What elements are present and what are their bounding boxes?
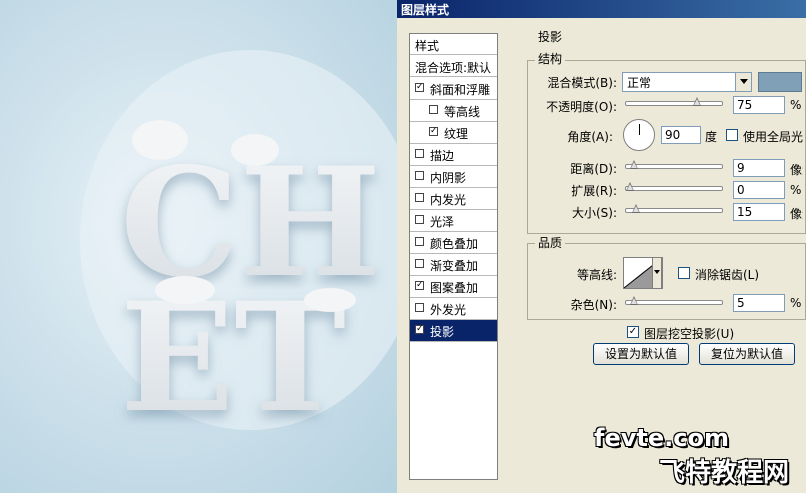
chevron-down-icon[interactable] (735, 73, 751, 91)
style-item[interactable]: 光泽 (410, 210, 497, 232)
contour-label: 等高线: (576, 268, 617, 282)
styles-header[interactable]: 样式 (410, 34, 497, 55)
global-light-checkbox[interactable] (726, 129, 738, 141)
canvas-artwork: CH ET (80, 50, 397, 446)
style-item-label: 内发光 (430, 193, 467, 207)
structure-title: 结构 (535, 50, 566, 67)
snow-lump (304, 288, 356, 312)
size-input[interactable]: 15 (733, 203, 785, 221)
opacity-input[interactable]: 75 (733, 96, 785, 114)
blend-mode-label: 混合模式(B): (547, 76, 617, 90)
style-item-label: 颜色叠加 (430, 237, 479, 251)
knockout-checkbox[interactable]: ✓ (627, 326, 639, 338)
style-item-checkbox[interactable] (415, 215, 424, 224)
noise-label: 杂色(N): (570, 298, 617, 312)
distance-label: 距离(D): (570, 162, 617, 176)
style-item-checkbox[interactable] (415, 193, 424, 202)
blend-options-item[interactable]: 混合选项:默认 (410, 56, 497, 77)
noise-slider-handle[interactable] (630, 296, 639, 306)
quality-title: 品质 (535, 234, 566, 251)
snow-lump (155, 276, 215, 304)
style-item[interactable]: 等高线 (410, 100, 497, 122)
global-light-label: 使用全局光 (743, 130, 803, 144)
distance-unit: 像素 (790, 163, 803, 177)
style-item-label: 图案叠加 (430, 281, 479, 295)
antialias-checkbox[interactable] (678, 267, 690, 279)
size-slider[interactable] (625, 204, 723, 213)
knockout-label: 图层挖空投影(U) (644, 327, 735, 341)
style-item-label: 纹理 (444, 127, 469, 141)
distance-input[interactable]: 9 (733, 159, 785, 177)
style-item[interactable]: ✓ 纹理 (410, 122, 497, 144)
opacity-slider[interactable] (625, 97, 723, 106)
style-item[interactable]: 颜色叠加 (410, 232, 497, 254)
style-item-label: 内阴影 (430, 171, 467, 185)
style-item-label: 渐变叠加 (430, 259, 479, 273)
style-item-checkbox[interactable] (415, 171, 424, 180)
style-item-checkbox[interactable] (415, 237, 424, 246)
drop-shadow-title: 投影 (538, 30, 563, 44)
size-slider-handle[interactable] (632, 204, 641, 214)
size-unit: 像素 (790, 207, 803, 221)
opacity-slider-handle[interactable] (692, 97, 702, 107)
dialog-title: 图层样式 (401, 3, 450, 17)
contour-dropdown[interactable] (652, 257, 662, 289)
style-item-label: 等高线 (444, 105, 481, 119)
reset-default-button[interactable]: 复位为默认值 (699, 343, 795, 365)
spread-unit: % (790, 183, 802, 197)
angle-input[interactable]: 90 (661, 126, 701, 144)
size-label: 大小(S): (571, 206, 617, 220)
style-item-label: 外发光 (430, 303, 467, 317)
antialias-label: 消除锯齿(L) (695, 268, 760, 282)
watermark-domain: fevte.com (594, 424, 729, 452)
style-item-checkbox[interactable] (415, 149, 424, 158)
set-default-button[interactable]: 设置为默认值 (593, 343, 689, 365)
style-item[interactable]: 描边 (410, 144, 497, 166)
document-canvas[interactable]: CH ET (0, 0, 397, 493)
style-item-label: 投影 (430, 325, 455, 339)
style-item-checkbox[interactable] (429, 105, 438, 114)
spread-slider[interactable] (625, 182, 723, 191)
watermark-site-name: 飞特教程网 (659, 458, 790, 488)
style-item-label: 描边 (430, 149, 455, 163)
spread-label: 扩展(R): (571, 184, 617, 198)
noise-slider[interactable] (625, 296, 723, 305)
distance-slider-handle[interactable] (630, 160, 639, 170)
spread-input[interactable]: 0 (733, 181, 785, 199)
style-item[interactable]: 外发光 (410, 298, 497, 320)
style-item-checkbox[interactable]: ✓ (429, 127, 438, 136)
dialog-titlebar[interactable]: 图层样式 (397, 0, 806, 18)
shadow-color-swatch[interactable] (758, 72, 802, 92)
style-item-label: 斜面和浮雕 (430, 83, 491, 97)
style-item[interactable]: ✓ 图案叠加 (410, 276, 497, 298)
spread-slider-handle[interactable] (626, 182, 635, 192)
noise-unit: % (790, 296, 802, 310)
style-item[interactable]: 内发光 (410, 188, 497, 210)
angle-unit: 度 (705, 130, 718, 144)
style-item[interactable]: 渐变叠加 (410, 254, 497, 276)
noise-input[interactable]: 5 (733, 294, 785, 312)
distance-slider[interactable] (625, 160, 723, 169)
snow-lump (132, 120, 188, 160)
blend-mode-select[interactable]: 正常 (622, 72, 752, 92)
opacity-label: 不透明度(O): (546, 100, 617, 114)
angle-dial[interactable] (623, 119, 655, 151)
style-item-checkbox[interactable]: ✓ (415, 281, 424, 290)
opacity-unit: % (790, 98, 802, 112)
style-item-checkbox[interactable]: ✓ (415, 325, 424, 334)
style-item[interactable]: ✓ 斜面和浮雕 (410, 78, 497, 100)
angle-label: 角度(A): (567, 130, 613, 144)
style-item-label: 光泽 (430, 215, 455, 229)
style-item[interactable]: 内阴影 (410, 166, 497, 188)
styles-list: 样式 混合选项:默认 ✓ 斜面和浮雕等高线 ✓ 纹理描边内阴影内发光光泽颜色叠加渐变叠… (409, 33, 498, 480)
layer-style-dialog: 图层样式 样式 混合选项:默认 ✓ 斜面和浮雕等高线 ✓ 纹理描边内阴影内发光光泽颜色… (397, 0, 806, 493)
style-item-checkbox[interactable]: ✓ (415, 83, 424, 92)
snow-lump (231, 134, 279, 166)
style-item[interactable]: ✓ 投影 (410, 320, 497, 342)
style-item-checkbox[interactable] (415, 303, 424, 312)
style-item-checkbox[interactable] (415, 259, 424, 268)
